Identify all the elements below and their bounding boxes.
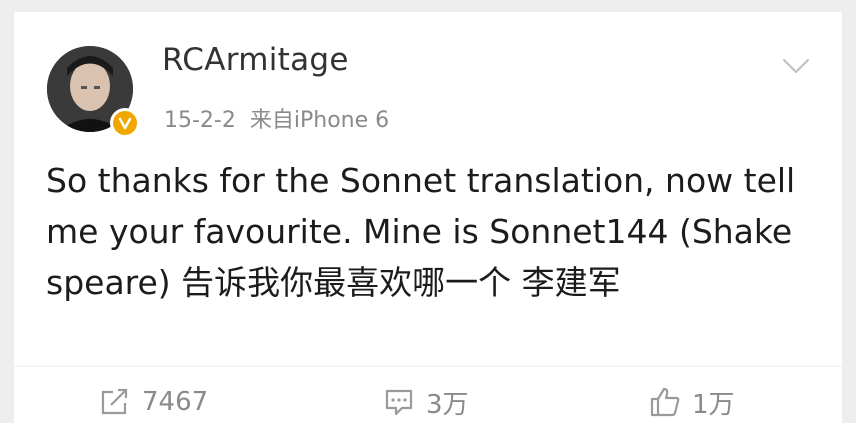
thumbs-up-icon	[650, 387, 680, 417]
chevron-down-icon[interactable]	[778, 48, 814, 84]
post-date: 15-2-2	[164, 108, 236, 133]
verified-badge-icon	[110, 108, 140, 138]
post-meta: 15-2-2 来自iPhone 6	[164, 102, 389, 134]
post-source: 来自iPhone 6	[249, 108, 390, 133]
username[interactable]: RCArmitage	[162, 42, 349, 78]
repost-count: 7467	[142, 387, 209, 417]
like-count: 1万	[692, 389, 735, 420]
comment-count: 3万	[426, 389, 469, 420]
post-card: RCArmitage 15-2-2 来自iPhone 6 So thanks fo…	[14, 12, 842, 423]
post-text: So thanks for the Sonnet translation, no…	[46, 161, 796, 302]
actions-divider	[14, 365, 842, 367]
comment-icon	[385, 389, 413, 416]
repost-button[interactable]: 7467	[98, 382, 208, 422]
like-button[interactable]: 1万	[648, 382, 735, 422]
repost-icon	[101, 388, 128, 415]
comment-button[interactable]: 3万	[382, 382, 469, 422]
